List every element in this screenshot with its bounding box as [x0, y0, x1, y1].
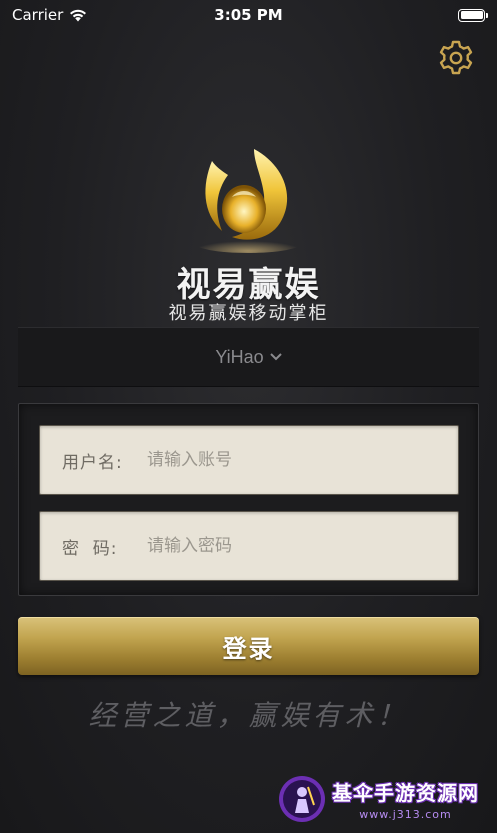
- password-input[interactable]: [147, 536, 437, 556]
- watermark-url: www.j313.com: [359, 808, 452, 821]
- carrier-label: Carrier: [12, 6, 64, 24]
- server-selector[interactable]: YiHao: [18, 327, 479, 387]
- wifi-icon: [70, 9, 87, 21]
- login-form: 用户名: 密 码:: [18, 403, 479, 596]
- username-field[interactable]: 用户名:: [39, 425, 459, 495]
- chevron-down-icon: [269, 353, 282, 361]
- app-subtitle: 视易赢娱移动掌柜: [168, 303, 329, 324]
- username-label: 用户名:: [62, 452, 123, 473]
- watermark-logo-icon: [279, 776, 325, 822]
- watermark-title: 基伞手游资源网: [332, 781, 479, 805]
- server-selected-label: YiHao: [215, 346, 264, 367]
- slogan: 经营之道，赢娱有术！: [88, 699, 409, 732]
- watermark-text: 基伞手游资源网 www.j313.com: [332, 777, 479, 821]
- gear-icon: [439, 40, 473, 75]
- status-left: Carrier: [12, 6, 87, 24]
- password-field[interactable]: 密 码:: [39, 511, 459, 581]
- password-label: 密 码:: [62, 538, 118, 559]
- login-button[interactable]: 登录: [18, 617, 479, 675]
- battery-icon: [458, 8, 488, 22]
- status-bar: Carrier 3:05 PM: [0, 0, 497, 30]
- flame-logo-icon: [194, 149, 302, 253]
- username-input[interactable]: [147, 450, 437, 470]
- login-button-label: 登录: [222, 634, 275, 663]
- settings-button[interactable]: [435, 37, 477, 79]
- watermark: 基伞手游资源网 www.j313.com: [278, 770, 493, 828]
